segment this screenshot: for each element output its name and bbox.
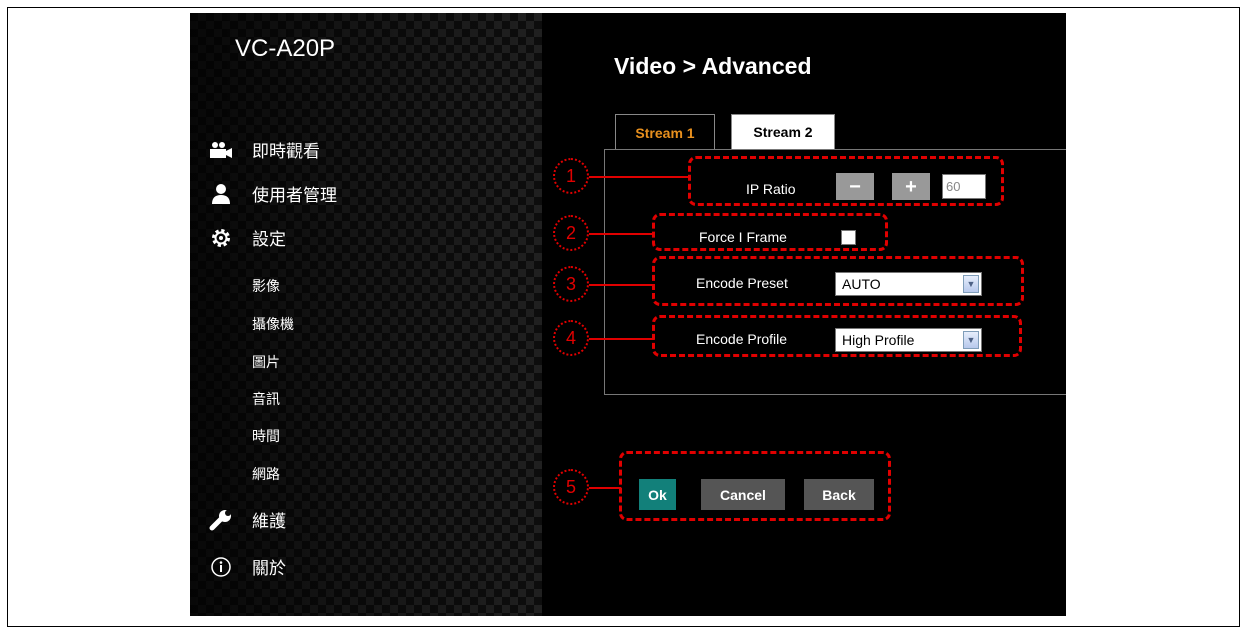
callout-2: 2 <box>553 215 589 251</box>
sub-item-video[interactable]: 影像 <box>252 276 280 296</box>
nav-item-label: 關於 <box>252 559 286 578</box>
callout-3: 3 <box>553 266 589 302</box>
annotation-leader-3 <box>589 284 654 286</box>
nav-item-live-view[interactable]: 即時觀看 <box>208 137 320 162</box>
user-icon <box>208 183 234 205</box>
annotation-box-4 <box>652 315 1022 357</box>
nav-item-about[interactable]: 關於 <box>208 554 286 579</box>
page-title: Video > Advanced <box>614 53 812 79</box>
callout-1: 1 <box>553 158 589 194</box>
sub-item-camera[interactable]: 攝像機 <box>252 314 294 334</box>
annotation-leader-1 <box>589 176 690 178</box>
nav-item-user-management[interactable]: 使用者管理 <box>208 181 337 206</box>
annotation-box-2 <box>652 213 888 251</box>
sub-item-time[interactable]: 時間 <box>252 426 280 446</box>
callout-5: 5 <box>553 469 589 505</box>
camera-icon <box>208 139 234 161</box>
callout-4: 4 <box>553 320 589 356</box>
nav-item-label: 即時觀看 <box>252 142 320 161</box>
sub-item-picture[interactable]: 圖片 <box>252 352 280 372</box>
info-icon <box>208 556 234 578</box>
annotation-leader-2 <box>589 233 654 235</box>
nav-item-label: 使用者管理 <box>252 186 337 205</box>
gear-icon <box>208 227 234 249</box>
sub-item-audio[interactable]: 音訊 <box>252 389 280 409</box>
annotation-leader-5 <box>589 487 621 489</box>
annotation-box-1 <box>688 156 1004 206</box>
nav-item-label: 維護 <box>252 512 286 531</box>
annotation-leader-4 <box>589 338 654 340</box>
nav-item-settings[interactable]: 設定 <box>208 225 286 250</box>
sidebar: VC-A20P 即時觀看 使用者管理 設定 影像 攝像機 圖片 音訊 時間 網路 <box>190 13 542 616</box>
tab-stream-1[interactable]: Stream 1 <box>615 114 715 150</box>
wrench-icon <box>208 509 234 531</box>
nav-item-label: 設定 <box>252 230 286 249</box>
tab-stream-2[interactable]: Stream 2 <box>731 114 835 150</box>
sub-item-network[interactable]: 網路 <box>252 464 280 484</box>
annotation-box-3 <box>652 256 1024 306</box>
annotation-box-5 <box>619 451 891 521</box>
brand-title: VC-A20P <box>235 35 336 62</box>
nav-item-maintenance[interactable]: 維護 <box>208 507 286 532</box>
